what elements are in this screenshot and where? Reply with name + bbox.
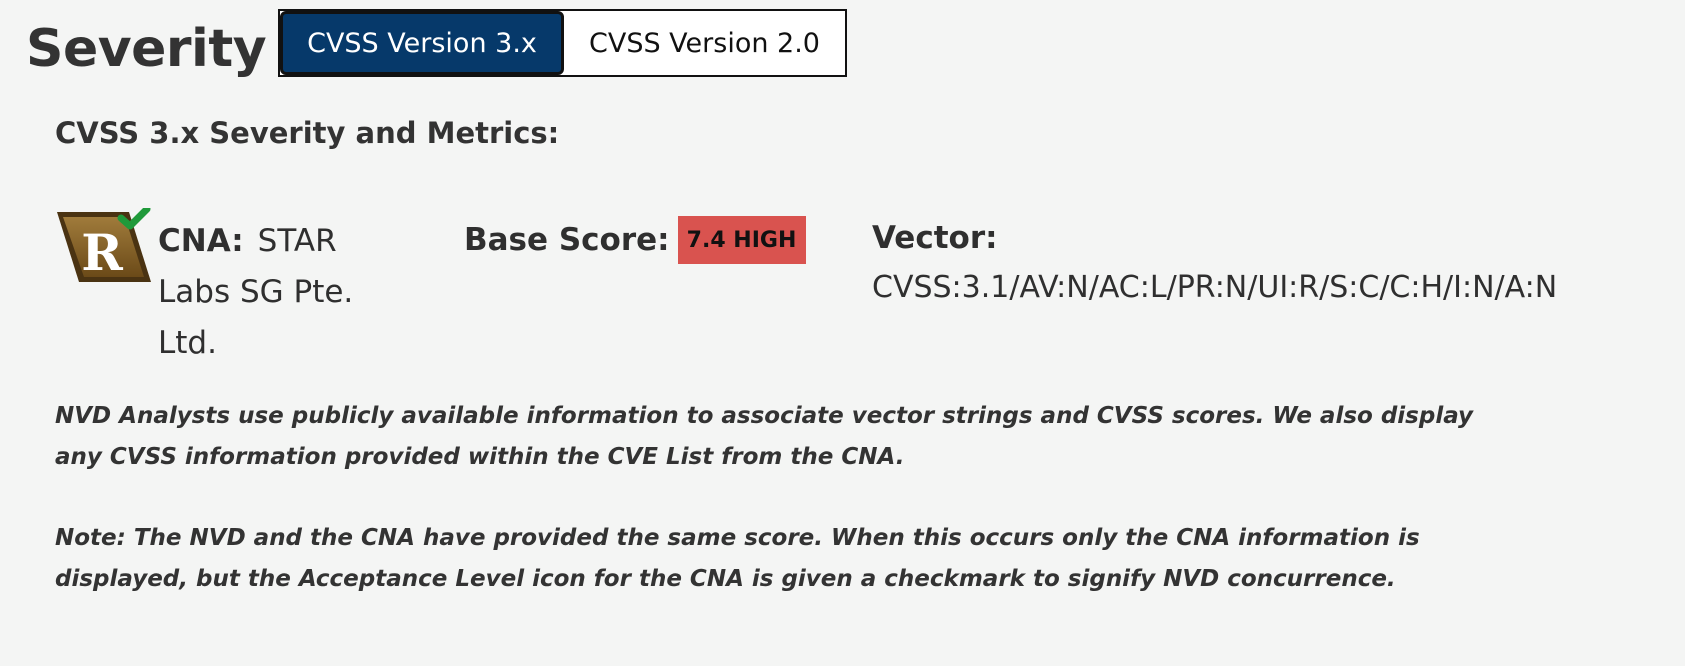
- cna-info: CNA: STAR Labs SG Pte. Ltd.: [158, 216, 418, 369]
- analyst-note: NVD Analysts use publicly available info…: [55, 403, 1474, 470]
- severity-heading: Severity: [26, 19, 267, 79]
- vector-label: Vector:: [872, 220, 998, 256]
- metrics-heading: CVSS 3.x Severity and Metrics:: [55, 116, 560, 150]
- acceptance-letter: R: [81, 223, 123, 282]
- vector-string[interactable]: CVSS:3.1/AV:N/AC:L/PR:N/UI:R/S:C/C:H/I:N…: [872, 268, 1557, 308]
- cna-label: CNA:: [158, 223, 244, 259]
- acceptance-level-r-checkmark-icon[interactable]: R: [55, 208, 155, 294]
- concurrence-note: Note: The NVD and the CNA have provided …: [55, 525, 1420, 592]
- cvss-version-tabs: CVSS Version 3.x CVSS Version 2.0: [278, 9, 847, 77]
- tab-cvss-3x[interactable]: CVSS Version 3.x: [280, 11, 564, 75]
- checkmark-icon: [117, 208, 151, 230]
- base-score-badge[interactable]: 7.4 HIGH: [677, 216, 806, 264]
- tab-cvss-2[interactable]: CVSS Version 2.0: [564, 11, 845, 75]
- base-score: Base Score: 7.4 HIGH: [464, 216, 806, 264]
- base-score-label: Base Score:: [464, 222, 670, 258]
